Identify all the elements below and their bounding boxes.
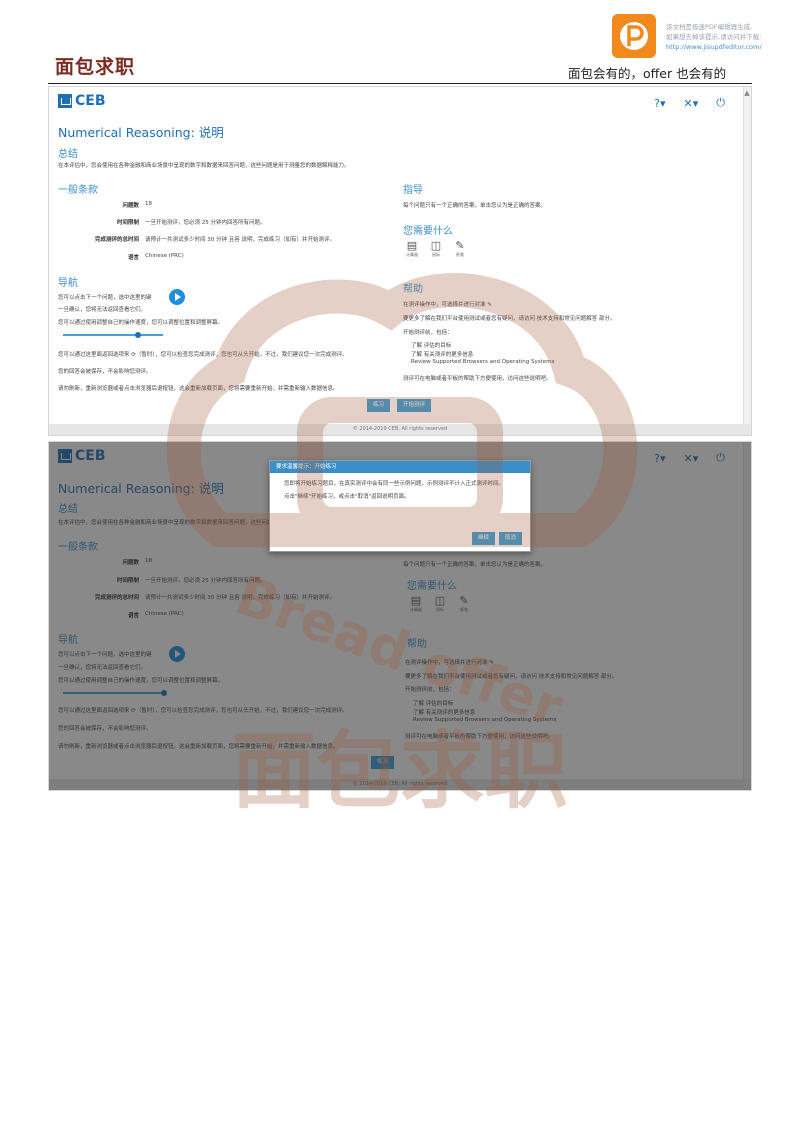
scrollbar[interactable]	[743, 87, 751, 435]
instructions-screen: CEB ?▾ ✕▾ ⏻ ▲ Numerical Reasoning: 说明 总结…	[48, 86, 752, 436]
pdf-note-line: 如果想去掉该提示,请访问并下载:	[666, 33, 762, 41]
help-text: 测评可在电脑或者平板的帮助下方便使用，访问这些说明吧。	[403, 376, 552, 382]
copyright-footer: © 2014-2019 CEB. All rights reserved	[49, 424, 751, 435]
help-link[interactable]: 了解 评估的目标	[411, 341, 451, 349]
general-label: 问题数	[122, 203, 139, 209]
pen-item: ✎ 纸笔	[449, 239, 471, 258]
help-link[interactable]: Review Supported Browsers and Operating …	[411, 359, 554, 365]
speed-slider-handle[interactable]	[135, 332, 141, 338]
pdf-editor-note: 该文档是极速PDF编辑器生成, 如果想去掉该提示,请访问并下载: http://…	[666, 22, 796, 52]
dialog-text: 点击"继续"开始练习，或点击"取消"返回说明页面。	[284, 494, 410, 500]
help-link[interactable]: 了解 有关测评的更多信息	[411, 350, 473, 358]
general-label: 语言	[127, 255, 139, 261]
general-heading: 一般条款	[58, 185, 98, 196]
summary-text: 在本评估中，您会使用在各种金融和商业场景中呈现的数字和数据来回答问题，这些问题是…	[58, 163, 350, 169]
dialog-text: 您即将开始练习题目，在真实测评中会有同一些示例问题，示例测评不计入正式测评时间。	[284, 481, 505, 487]
scroll-up-icon[interactable]: ▲	[743, 89, 751, 97]
calculator-icon: ▤	[406, 239, 418, 252]
nav-text: 您的回答会被保存，不会影响您测评。	[58, 369, 152, 375]
help-heading: 帮助	[403, 284, 423, 295]
instructions-screen-with-dialog: CEB ?▾ ✕▾ ⏻ Numerical Reasoning: 说明 总结 在…	[48, 441, 752, 791]
nav-text: 您可以通过这里面返回选项来 ⟳（暂时），您可以检查您完成测评，您也可从头开始，不…	[58, 352, 348, 358]
nav-text: 请勿刷新，重新浏览器或者点击浏览器后退按钮，这会重新加载页面，您将需要重新开始，…	[58, 386, 339, 392]
slogan: 面包会有的，offer 也会有的	[568, 66, 727, 81]
audio-off-icon[interactable]: ✕▾	[684, 97, 699, 110]
dialog-cancel-button[interactable]: 取消	[498, 532, 522, 545]
topbar-icons: ?▾ ✕▾ ⏻	[654, 96, 725, 110]
mouse-label: 鼠标	[432, 252, 440, 257]
app-topbar: CEB ?▾ ✕▾ ⏻	[49, 87, 751, 117]
nav-text: 您可以点击下一个问题，选中这里的键	[58, 295, 152, 301]
general-value: 18	[145, 201, 152, 207]
brand-logo: 面包求职	[55, 56, 136, 78]
pdf-p-icon	[620, 22, 648, 50]
mouse-item: ◫ 鼠标	[425, 239, 447, 258]
pdf-note-url[interactable]: http://www.jisupdfeditor.com/	[666, 42, 796, 52]
start-test-button[interactable]: 开始测评	[397, 399, 432, 412]
help-icon[interactable]: ?▾	[654, 97, 665, 110]
calculator-label: 计算器	[406, 252, 418, 257]
help-text: 在测评操作中，可选择并进行对准 ✎	[403, 302, 492, 308]
dialog-title: 要求温馨提示：开始练习	[270, 461, 530, 473]
ceb-logo: CEB	[58, 92, 106, 110]
help-text: 开始测评前，包括：	[403, 330, 453, 336]
materials-heading: 您需要什么	[403, 226, 453, 237]
next-arrow-button[interactable]	[169, 289, 185, 305]
general-value: 请预计一共测试多少时间 30 分钟 且容 说明，完成练习（如有）并开始测评。	[145, 237, 335, 243]
ceb-logo-icon	[58, 94, 72, 108]
guidance-heading: 指导	[403, 185, 423, 196]
header-divider	[48, 83, 752, 84]
page-title: Numerical Reasoning: 说明	[58, 125, 224, 140]
pen-icon: ✎	[455, 239, 465, 252]
general-value: Chinese (PRC)	[145, 253, 184, 259]
help-text: 要更多了解在我们平台使用测试或者您有疑问，请访问 技术支持和常见问题解答 部分。	[403, 316, 616, 322]
mouse-icon: ◫	[430, 239, 442, 252]
nav-text: 您可以通过使用调整自己的操作速度，您可以调整位置和调整屏幕。	[58, 320, 224, 326]
pdf-note-line: 该文档是极速PDF编辑器生成,	[666, 23, 753, 31]
nav-text: 一旦确认，您将无法返回查看它们。	[58, 307, 147, 313]
navigation-heading: 导航	[58, 278, 78, 289]
start-practice-dialog: 要求温馨提示：开始练习 您即将开始练习题目，在真实测评中会有同一些示例问题，示例…	[269, 460, 531, 552]
general-label: 完成测评的总时间	[94, 237, 139, 243]
ceb-logo-text: CEB	[75, 93, 106, 109]
pdf-editor-logo	[612, 14, 656, 58]
guidance-text: 每个问题只有一个正确的答案，单击您认为是正确的答案。	[403, 203, 547, 209]
calculator-item: ▤ 计算器	[401, 239, 423, 258]
exit-icon[interactable]: ⏻	[716, 96, 725, 110]
dialog-body: 您即将开始练习题目，在真实测评中会有同一些示例问题，示例测评不计入正式测评时间。…	[270, 473, 530, 509]
summary-heading: 总结	[58, 149, 78, 160]
dialog-buttons: 继续 取消	[471, 532, 522, 545]
general-value: 一旦开始测评，您必须 25 分钟内回答所有问题。	[145, 220, 266, 226]
dialog-ok-button[interactable]: 继续	[471, 532, 495, 545]
general-label: 时间限制	[116, 220, 139, 226]
speed-slider[interactable]	[63, 334, 163, 336]
practice-button[interactable]: 练习	[367, 399, 391, 412]
pen-label: 纸笔	[456, 252, 464, 257]
